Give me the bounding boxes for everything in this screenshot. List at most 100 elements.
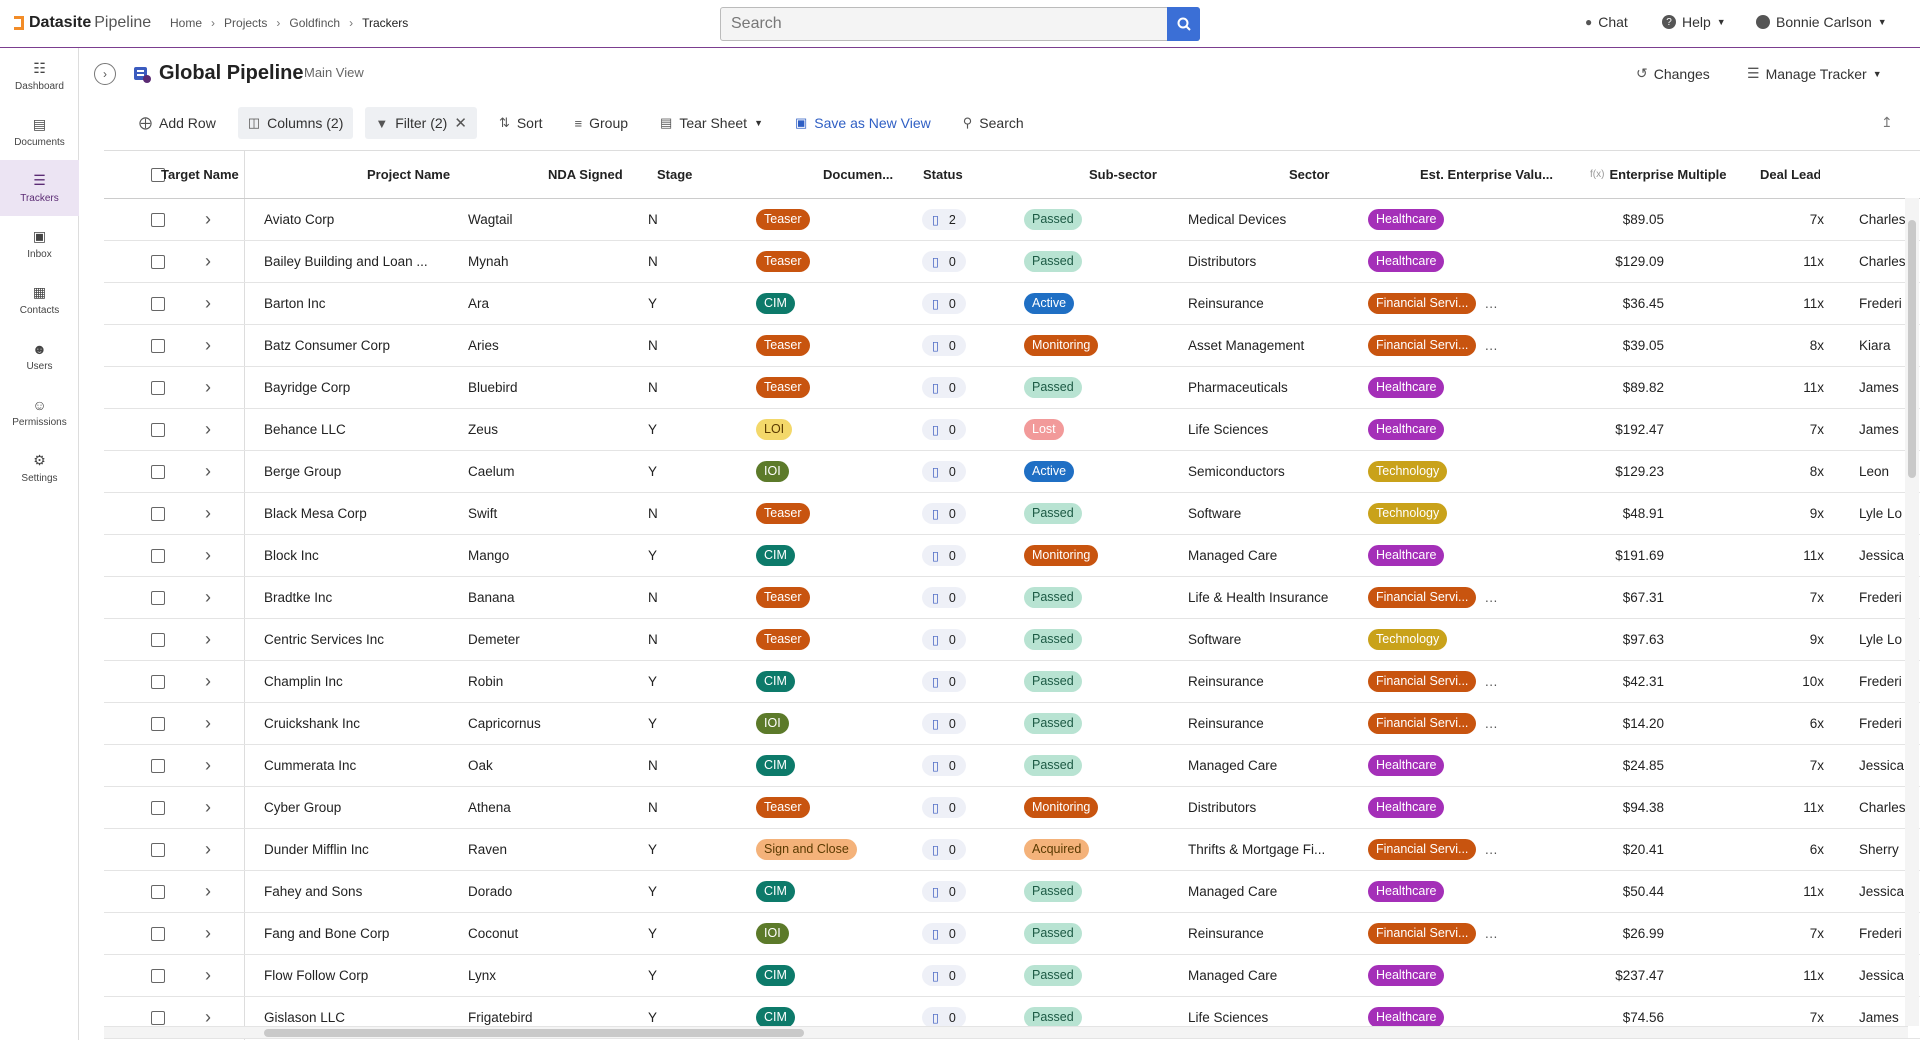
more-sectors-ellipsis[interactable]: …: [1484, 842, 1498, 857]
collapse-toolbar-icon[interactable]: ↥: [1881, 114, 1893, 131]
table-row[interactable]: › Black Mesa Corp Swift N Teaser ▯ 0 Passed Soft…: [104, 493, 1920, 535]
chevron-right-icon[interactable]: ›: [205, 671, 211, 692]
vertical-scroll-thumb[interactable]: [1908, 220, 1916, 478]
table-row[interactable]: › Batz Consumer Corp Aries N Teaser ▯ 0 Monitor…: [104, 325, 1920, 367]
column-header-mult[interactable]: f(x) Enterprise Multiple: [1590, 151, 1740, 198]
table-row[interactable]: › Bailey Building and Loan ... Mynah N Tease…: [104, 241, 1920, 283]
changes-button[interactable]: ↺ Changes: [1636, 65, 1710, 82]
sidebar-item-permissions[interactable]: ☺ Permissions: [0, 384, 79, 440]
column-header-lead[interactable]: Deal Lead: [1760, 151, 1820, 198]
documents-badge[interactable]: ▯ 0: [922, 797, 966, 818]
column-header-status[interactable]: Status: [923, 151, 1053, 198]
sidebar-item-documents[interactable]: ▤ Documents: [0, 104, 79, 160]
clear-filter-icon[interactable]: ✕: [454, 114, 467, 132]
chevron-right-icon[interactable]: ›: [205, 293, 211, 314]
documents-badge[interactable]: ▯ 0: [922, 923, 966, 944]
chevron-right-icon[interactable]: ›: [205, 587, 211, 608]
row-checkbox[interactable]: [151, 926, 165, 941]
horizontal-scrollbar[interactable]: [104, 1026, 1908, 1038]
chevron-right-icon[interactable]: ›: [205, 965, 211, 986]
row-checkbox[interactable]: [151, 380, 165, 395]
more-sectors-ellipsis[interactable]: …: [1484, 716, 1498, 731]
chevron-right-icon[interactable]: ›: [205, 1007, 211, 1028]
row-checkbox[interactable]: [151, 800, 165, 815]
column-header-stage[interactable]: Stage: [657, 151, 797, 198]
chevron-right-icon[interactable]: ›: [205, 881, 211, 902]
app-logo[interactable]: Datasite Pipeline: [14, 14, 151, 32]
documents-badge[interactable]: ▯ 0: [922, 545, 966, 566]
column-header-target[interactable]: Target Name: [161, 151, 351, 198]
chevron-right-icon[interactable]: ›: [205, 335, 211, 356]
more-sectors-ellipsis[interactable]: …: [1484, 338, 1498, 353]
columns-button[interactable]: ◫ Columns (2): [237, 107, 354, 139]
table-row[interactable]: › Fahey and Sons Dorado Y CIM ▯ 0 Passed Managed…: [104, 871, 1920, 913]
chevron-right-icon[interactable]: ›: [205, 251, 211, 272]
table-row[interactable]: › Dunder Mifflin Inc Raven Y Sign and Close ▯…: [104, 829, 1920, 871]
documents-badge[interactable]: ▯ 0: [922, 251, 966, 272]
documents-badge[interactable]: ▯ 0: [922, 503, 966, 524]
sidebar-item-contacts[interactable]: ▦ Contacts: [0, 272, 79, 328]
column-header-sub[interactable]: Sub-sector: [1089, 151, 1239, 198]
manage-tracker-menu[interactable]: ☰ Manage Tracker ▼: [1747, 65, 1882, 82]
more-sectors-ellipsis[interactable]: …: [1484, 926, 1498, 941]
row-checkbox[interactable]: [151, 548, 165, 563]
view-name[interactable]: Main View: [304, 65, 364, 80]
chevron-right-icon[interactable]: ›: [205, 545, 211, 566]
documents-badge[interactable]: ▯ 0: [922, 755, 966, 776]
save-as-new-view-button[interactable]: ▣ Save as New View: [785, 107, 941, 139]
documents-badge[interactable]: ▯ 0: [922, 629, 966, 650]
chevron-right-icon[interactable]: ›: [205, 713, 211, 734]
tear-sheet-menu[interactable]: ▤ Tear Sheet ▼: [650, 107, 773, 139]
documents-badge[interactable]: ▯ 0: [922, 671, 966, 692]
table-row[interactable]: › Aviato Corp Wagtail N Teaser ▯ 2 Passed Medica…: [104, 199, 1920, 241]
table-row[interactable]: › Cummerata Inc Oak N CIM ▯ 0 Passed Managed Car…: [104, 745, 1920, 787]
group-button[interactable]: ≡ Group: [565, 107, 639, 139]
row-checkbox[interactable]: [151, 338, 165, 353]
column-header-nda[interactable]: NDA Signed: [548, 151, 628, 198]
row-checkbox[interactable]: [151, 716, 165, 731]
more-sectors-ellipsis[interactable]: …: [1484, 296, 1498, 311]
row-checkbox[interactable]: [151, 968, 165, 983]
breadcrumb-goldfinch[interactable]: Goldfinch: [289, 16, 340, 30]
documents-badge[interactable]: ▯ 0: [922, 335, 966, 356]
row-checkbox[interactable]: [151, 1010, 165, 1025]
documents-badge[interactable]: ▯ 2: [922, 209, 966, 230]
table-row[interactable]: › Bradtke Inc Banana N Teaser ▯ 0 Passed Life & …: [104, 577, 1920, 619]
sidebar-item-inbox[interactable]: ▣ Inbox: [0, 216, 79, 272]
chevron-right-icon[interactable]: ›: [205, 755, 211, 776]
table-row[interactable]: › Behance LLC Zeus Y LOI ▯ 0 Lost Life Sciences H…: [104, 409, 1920, 451]
sidebar-item-settings[interactable]: ⚙ Settings: [0, 440, 79, 496]
expand-panel-button[interactable]: ›: [94, 63, 116, 85]
breadcrumb-projects[interactable]: Projects: [224, 16, 267, 30]
sidebar-item-dashboard[interactable]: ☷ Dashboard: [0, 48, 79, 104]
chevron-right-icon[interactable]: ›: [205, 923, 211, 944]
row-checkbox[interactable]: [151, 254, 165, 269]
user-menu[interactable]: Bonnie Carlson ▼: [1756, 14, 1887, 30]
chevron-right-icon[interactable]: ›: [205, 839, 211, 860]
documents-badge[interactable]: ▯ 0: [922, 461, 966, 482]
row-checkbox[interactable]: [151, 632, 165, 647]
documents-badge[interactable]: ▯ 0: [922, 881, 966, 902]
table-row[interactable]: › Cruickshank Inc Capricornus Y IOI ▯ 0 Passed R…: [104, 703, 1920, 745]
chevron-right-icon[interactable]: ›: [205, 503, 211, 524]
more-sectors-ellipsis[interactable]: …: [1484, 674, 1498, 689]
row-checkbox[interactable]: [151, 506, 165, 521]
chevron-right-icon[interactable]: ›: [205, 377, 211, 398]
chat-button[interactable]: ● Chat: [1585, 14, 1628, 30]
row-checkbox[interactable]: [151, 296, 165, 311]
column-header-ev[interactable]: Est. Enterprise Valu...: [1420, 151, 1560, 198]
documents-badge[interactable]: ▯ 0: [922, 839, 966, 860]
documents-badge[interactable]: ▯ 0: [922, 965, 966, 986]
chevron-right-icon[interactable]: ›: [205, 797, 211, 818]
row-checkbox[interactable]: [151, 590, 165, 605]
table-row[interactable]: › Cyber Group Athena N Teaser ▯ 0 Monitoring Dis…: [104, 787, 1920, 829]
documents-badge[interactable]: ▯ 0: [922, 587, 966, 608]
row-checkbox[interactable]: [151, 422, 165, 437]
column-header-project[interactable]: Project Name: [367, 151, 517, 198]
table-row[interactable]: › Fang and Bone Corp Coconut Y IOI ▯ 0 Passed Re…: [104, 913, 1920, 955]
chevron-right-icon[interactable]: ›: [205, 461, 211, 482]
chevron-right-icon[interactable]: ›: [205, 209, 211, 230]
grid-search-button[interactable]: ⚲ Search: [953, 107, 1034, 139]
global-search-input[interactable]: Search: [720, 7, 1200, 41]
documents-badge[interactable]: ▯ 0: [922, 1007, 966, 1028]
